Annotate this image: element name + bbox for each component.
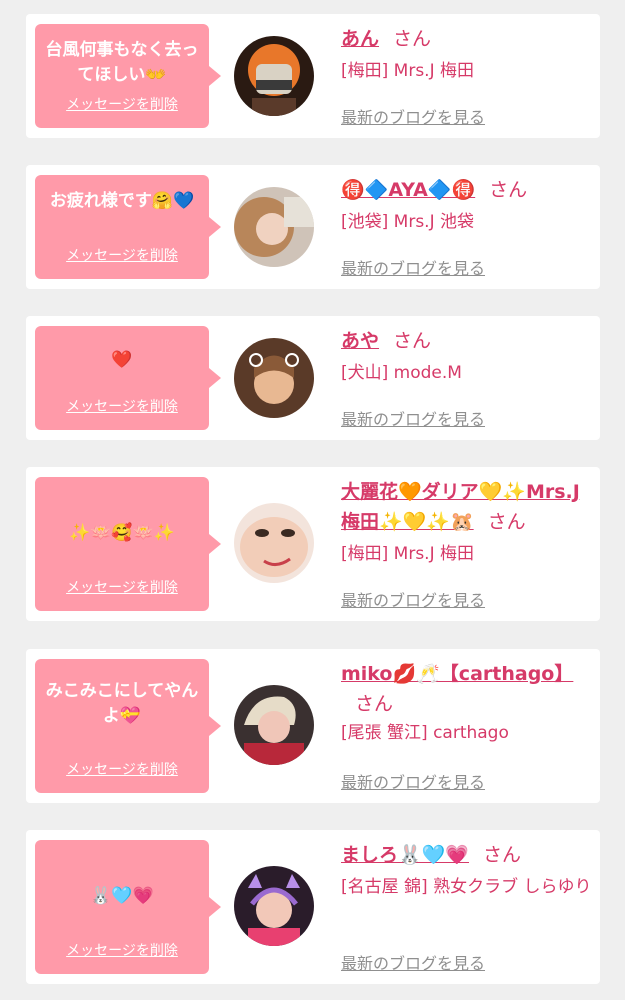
shop-label: [名古屋 錦] 熟女クラブ しらゆり xyxy=(341,877,592,897)
delete-message-link[interactable]: メッセージを削除 xyxy=(35,396,209,416)
favorite-card: 台風何事もなく去ってほしい👐 メッセージを削除 あん さん [梅田] Mrs.J … xyxy=(26,14,600,138)
profile-name-link[interactable]: miko💋🥂【carthago】 xyxy=(341,663,573,685)
profile-info: miko💋🥂【carthago】さん [尾張 蟹江] carthago xyxy=(341,659,593,748)
favorite-card: 🐰🩵💗 メッセージを削除 ましろ🐰🩵💗 さん [名古屋 錦] 熟女クラブ しらゆり… xyxy=(26,830,600,984)
delete-message-link[interactable]: メッセージを削除 xyxy=(35,245,209,265)
profile-info: ましろ🐰🩵💗 さん [名古屋 錦] 熟女クラブ しらゆり xyxy=(341,840,593,902)
latest-blog-link[interactable]: 最新のブログを見る xyxy=(341,104,485,128)
favorite-card: ❤️ メッセージを削除 あや さん [犬山] mode.M 最新のブログを見る xyxy=(26,316,600,440)
profile-name-link[interactable]: 大麗花🧡ダリア💛✨Mrs.J 梅田✨💛✨🐹 xyxy=(341,481,580,533)
honorific: さん xyxy=(393,330,432,352)
favorites-list: 台風何事もなく去ってほしい👐 メッセージを削除 あん さん [梅田] Mrs.J … xyxy=(0,0,625,1000)
shop-label: [犬山] mode.M xyxy=(341,363,462,383)
message-bubble: ❤️ メッセージを削除 xyxy=(35,326,221,430)
profile-name-link[interactable]: ましろ🐰🩵💗 xyxy=(341,844,469,866)
profile-info: 大麗花🧡ダリア💛✨Mrs.J 梅田✨💛✨🐹 さん [梅田] Mrs.J 梅田 xyxy=(341,477,593,569)
honorific: さん xyxy=(393,28,432,50)
shop-label: [梅田] Mrs.J 梅田 xyxy=(341,544,475,564)
honorific: さん xyxy=(487,511,526,533)
message-text: 台風何事もなく去ってほしい👐 xyxy=(45,40,199,85)
profile-info: 🉐🔷AYA🔷🉐 さん [池袋] Mrs.J 池袋 xyxy=(341,175,593,237)
delete-message-link[interactable]: メッセージを削除 xyxy=(35,759,209,779)
delete-message-link[interactable]: メッセージを削除 xyxy=(35,94,209,114)
shop-label: [池袋] Mrs.J 池袋 xyxy=(341,212,475,232)
shop-label: [梅田] Mrs.J 梅田 xyxy=(341,61,475,81)
profile-name-link[interactable]: 🉐🔷AYA🔷🉐 xyxy=(341,179,475,201)
avatar[interactable] xyxy=(234,503,314,583)
latest-blog-link[interactable]: 最新のブログを見る xyxy=(341,769,485,793)
message-text: みこみこにしてやんよ💝 xyxy=(45,681,199,726)
profile-info: あん さん [梅田] Mrs.J 梅田 xyxy=(341,24,593,86)
profile-name-link[interactable]: あん xyxy=(341,28,379,50)
honorific: さん xyxy=(489,179,528,201)
message-bubble: お疲れ様です🤗💙 メッセージを削除 xyxy=(35,175,221,279)
favorite-card: お疲れ様です🤗💙 メッセージを削除 🉐🔷AYA🔷🉐 さん [池袋] Mrs.J 池… xyxy=(26,165,600,289)
delete-message-link[interactable]: メッセージを削除 xyxy=(35,577,209,597)
message-bubble: ✨🪷🥰🪷✨ メッセージを削除 xyxy=(35,477,221,611)
avatar[interactable] xyxy=(234,866,314,946)
message-bubble: みこみこにしてやんよ💝 メッセージを削除 xyxy=(35,659,221,793)
avatar[interactable] xyxy=(234,685,314,765)
honorific: さん xyxy=(482,844,521,866)
delete-message-link[interactable]: メッセージを削除 xyxy=(35,940,209,960)
message-text: ❤️ xyxy=(111,350,133,370)
honorific: さん xyxy=(355,693,394,715)
avatar[interactable] xyxy=(234,36,314,116)
avatar[interactable] xyxy=(234,338,314,418)
favorite-card: ✨🪷🥰🪷✨ メッセージを削除 大麗花🧡ダリア💛✨Mrs.J 梅田✨💛✨🐹 さん [… xyxy=(26,467,600,621)
shop-label: [尾張 蟹江] carthago xyxy=(341,723,509,743)
latest-blog-link[interactable]: 最新のブログを見る xyxy=(341,950,485,974)
avatar[interactable] xyxy=(234,187,314,267)
message-text: ✨🪷🥰🪷✨ xyxy=(69,523,175,543)
message-text: 🐰🩵💗 xyxy=(90,886,154,906)
message-bubble: 台風何事もなく去ってほしい👐 メッセージを削除 xyxy=(35,24,221,128)
message-text: お疲れ様です🤗💙 xyxy=(49,191,195,211)
latest-blog-link[interactable]: 最新のブログを見る xyxy=(341,255,485,279)
profile-info: あや さん [犬山] mode.M xyxy=(341,326,593,388)
favorite-card: みこみこにしてやんよ💝 メッセージを削除 miko💋🥂【carthago】さん … xyxy=(26,649,600,803)
latest-blog-link[interactable]: 最新のブログを見る xyxy=(341,406,485,430)
message-bubble: 🐰🩵💗 メッセージを削除 xyxy=(35,840,221,974)
latest-blog-link[interactable]: 最新のブログを見る xyxy=(341,587,485,611)
profile-name-link[interactable]: あや xyxy=(341,330,379,352)
